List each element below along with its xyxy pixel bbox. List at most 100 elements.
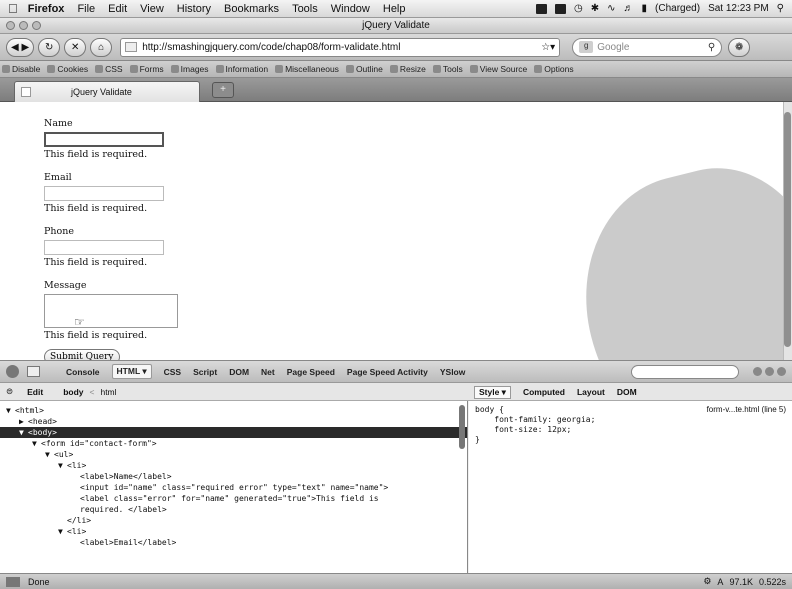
menu-firefox[interactable]: Firefox [28, 3, 65, 15]
collapse-icon[interactable]: ▼ [19, 427, 28, 438]
google-icon[interactable]: g [579, 41, 594, 53]
page-scrollbar-thumb[interactable] [784, 112, 791, 347]
webdev-disable[interactable]: Disable [2, 64, 40, 74]
search-input[interactable]: g Google ⚲ [572, 37, 723, 57]
style-rule-line[interactable]: font-size: 12px; [475, 425, 786, 435]
yslow-icon[interactable]: ⚙ [703, 576, 711, 587]
email-input[interactable] [44, 186, 164, 201]
display-icon[interactable] [555, 3, 567, 14]
tree-node[interactable]: ▼ <html> [0, 405, 467, 416]
message-textarea[interactable] [44, 294, 178, 328]
home-button[interactable]: ⌂ [90, 37, 113, 57]
submit-button[interactable]: Submit Query [44, 349, 120, 360]
menu-window[interactable]: Window [331, 3, 370, 15]
tree-node[interactable]: ▼ <li> [0, 460, 467, 471]
tree-node[interactable]: ▼ <ul> [0, 449, 467, 460]
volume-icon[interactable]: ♬ [624, 3, 634, 14]
webdev-forms[interactable]: Forms [129, 64, 164, 74]
tab-layout[interactable]: Layout [577, 387, 605, 397]
tree-node[interactable]: <input id="name" class="required error" … [0, 482, 467, 493]
tab-jquery-validate[interactable]: jQuery Validate [14, 81, 200, 102]
webdev-css[interactable]: CSS [95, 64, 123, 74]
webdev-outline[interactable]: Outline [345, 64, 383, 74]
webdev-tools[interactable]: Tools [432, 64, 463, 74]
tree-node[interactable]: ▼ <form id="contact-form"> [0, 438, 467, 449]
url-text[interactable]: http://smashingjquery.com/code/chap08/fo… [142, 42, 400, 53]
tree-node[interactable]: ▼ <body> [0, 427, 467, 438]
new-tab-button[interactable]: + [212, 82, 234, 98]
panel-html[interactable]: HTML ▾ [111, 364, 152, 379]
panel-console[interactable]: Console [66, 367, 100, 377]
tree-node[interactable]: ▼ <li> [0, 526, 467, 537]
webdev-options[interactable]: Options [534, 64, 574, 74]
collapse-icon[interactable]: ▼ [6, 405, 15, 416]
stop-button[interactable]: ✕ [64, 37, 87, 57]
apple-icon[interactable]:  [8, 1, 18, 16]
firebug-minimize-icon[interactable] [753, 367, 762, 376]
status-tray-icon[interactable] [536, 3, 548, 14]
clock[interactable]: Sat 12:23 PM [708, 3, 769, 14]
tree-node[interactable]: ▶ <head> [0, 416, 467, 427]
spotlight-icon[interactable]: ⚲ [777, 3, 784, 14]
tree-node[interactable]: required. </label> [0, 504, 467, 515]
name-input[interactable] [44, 132, 164, 147]
firebug-status-icon[interactable] [6, 576, 20, 587]
webdev-resize[interactable]: Resize [389, 64, 426, 74]
panel-net[interactable]: Net [261, 367, 275, 377]
webdev-view-source[interactable]: View Source [469, 64, 527, 74]
tree-node[interactable]: </li> [0, 515, 467, 526]
page-scrollbar[interactable] [783, 102, 792, 360]
yslow-grade[interactable]: A [717, 577, 723, 587]
node-icon[interactable]: ⊜ [6, 386, 13, 397]
menu-tools[interactable]: Tools [292, 3, 318, 15]
firebug-detach-icon[interactable] [765, 367, 774, 376]
webdev-information[interactable]: Information [215, 64, 268, 74]
address-bar[interactable]: http://smashingjquery.com/code/chap08/fo… [120, 37, 561, 57]
collapse-icon[interactable]: ▼ [58, 460, 67, 471]
breadcrumb-body[interactable]: body [63, 387, 83, 397]
collapse-icon[interactable]: ▼ [45, 449, 54, 460]
phone-input[interactable] [44, 240, 164, 255]
menu-bookmarks[interactable]: Bookmarks [224, 3, 279, 15]
tree-node[interactable]: <label>Name</label> [0, 471, 467, 482]
expand-icon[interactable]: ▶ [19, 416, 28, 427]
firebug-search-input[interactable] [631, 364, 739, 379]
breadcrumb-html[interactable]: html [100, 387, 116, 397]
bluetooth-icon[interactable]: ✱ [591, 3, 599, 14]
tree-scrollbar-thumb[interactable] [459, 405, 465, 449]
webdev-images[interactable]: Images [170, 64, 209, 74]
panel-script[interactable]: Script [193, 367, 217, 377]
battery-icon[interactable]: ▮ [642, 3, 648, 14]
bookmark-star-icon[interactable]: ☆▾ [541, 42, 555, 53]
tab-computed[interactable]: Computed [523, 387, 565, 397]
reload-button[interactable]: ↻ [38, 37, 61, 57]
tree-node[interactable]: <label>Email</label> [0, 537, 467, 548]
tab-dom[interactable]: DOM [617, 387, 637, 397]
time-machine-icon[interactable]: ◷ [574, 3, 583, 14]
menu-edit[interactable]: Edit [108, 3, 127, 15]
panel-page-speed[interactable]: Page Speed [287, 367, 335, 377]
panel-dom[interactable]: DOM [229, 367, 249, 377]
panel-page-speed-activity[interactable]: Page Speed Activity [347, 367, 428, 377]
collapse-icon[interactable]: ▼ [32, 438, 41, 449]
inspect-icon[interactable] [27, 366, 40, 377]
style-rule-line[interactable]: font-family: georgia; [475, 415, 786, 425]
menu-help[interactable]: Help [383, 3, 406, 15]
tab-style[interactable]: Style ▾ [474, 385, 511, 399]
wifi-icon[interactable]: ∿ [607, 3, 615, 14]
tree-node[interactable]: <label class="error" for="name" generate… [0, 493, 467, 504]
menu-file[interactable]: File [77, 3, 95, 15]
panel-yslow[interactable]: YSlow [440, 367, 466, 377]
search-icon[interactable]: ⚲ [708, 42, 715, 53]
edit-button[interactable]: Edit [27, 387, 43, 397]
addon-button[interactable]: ❁ [728, 37, 751, 57]
webdev-miscellaneous[interactable]: Miscellaneous [275, 64, 339, 74]
firebug-icon[interactable] [6, 365, 19, 378]
style-source-link[interactable]: form-v...te.html (line 5) [707, 405, 786, 414]
panel-css[interactable]: CSS [164, 367, 181, 377]
webdev-cookies[interactable]: Cookies [47, 64, 88, 74]
back-button[interactable]: ◀ ▶ [6, 37, 35, 57]
firebug-close-icon[interactable] [777, 367, 786, 376]
menu-history[interactable]: History [177, 3, 211, 15]
menu-view[interactable]: View [140, 3, 164, 15]
